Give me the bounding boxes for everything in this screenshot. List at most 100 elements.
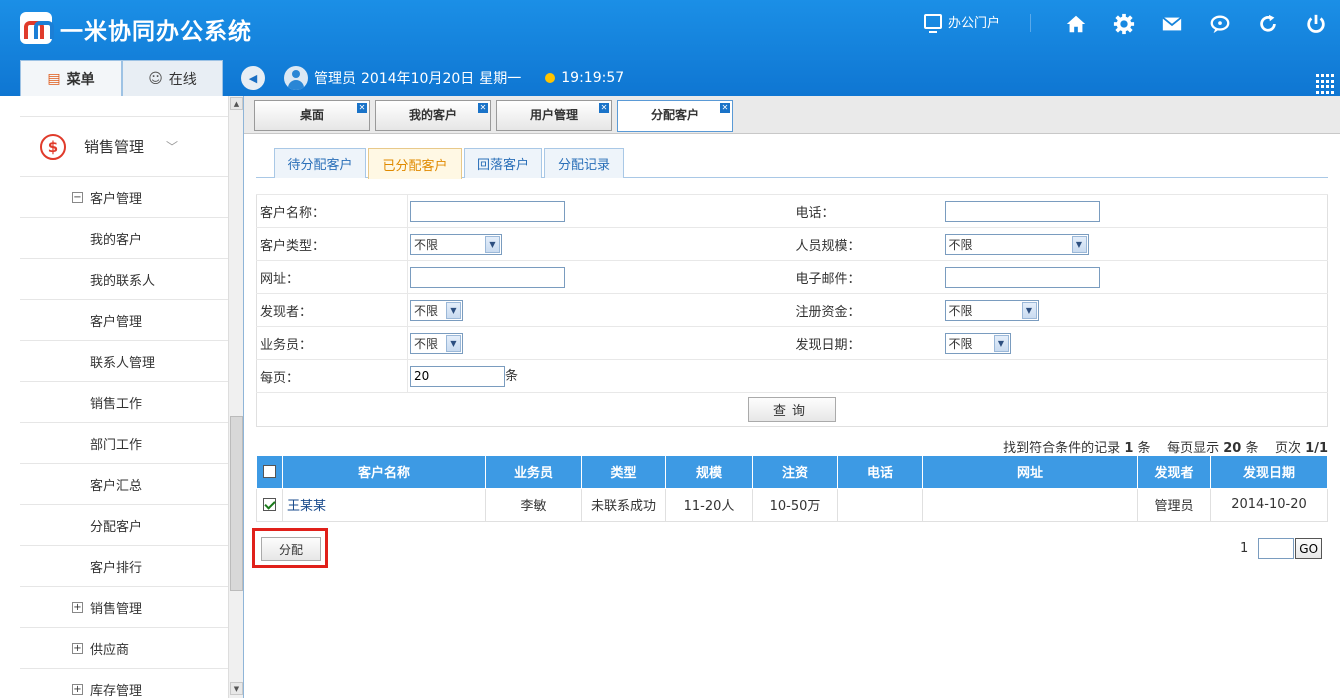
tab-assign-customer[interactable]: 分配客户 ✕ [617,100,733,132]
sidebar-item-label: 供应商 [90,642,130,658]
tab-user-management[interactable]: 用户管理 ✕ [496,100,612,131]
col-website[interactable]: 网址 [922,456,1138,489]
refresh-icon[interactable] [1244,10,1292,38]
email-field[interactable] [944,266,1100,288]
sidebar-tabs: ▤ 菜单 ☺ 在线 [20,60,242,96]
per-page-display-unit: 条 [1245,441,1259,456]
cell-customer-name: 王某某 [282,487,486,522]
sidebar: $ 销售管理 ﹀ − 客户管理 我的客户 我的联系人 客户管理 联系人管理 销售… [20,96,228,698]
sidebar-item-inventory[interactable]: + 库存管理 [20,669,228,698]
sidebar-item-sales-work[interactable]: 销售工作 [20,382,228,423]
sidebar-item-customer-mgmt[interactable]: − 客户管理 [20,177,228,218]
tab-returned-customers[interactable]: 回落客户 [464,148,542,178]
customer-name-input[interactable] [410,200,565,222]
discoverer-select[interactable]: 不限 ▼ [410,299,463,321]
app-logo [20,12,54,44]
col-scale[interactable]: 规模 [665,456,753,489]
sidebar-item-contact-admin[interactable]: 联系人管理 [20,341,228,382]
app-title: 一米协同办公系统 [60,19,252,45]
col-salesman[interactable]: 业务员 [485,456,582,489]
select-value: 不限 [948,336,973,351]
customer-name-link[interactable]: 王某某 [287,499,326,514]
sidebar-item-customer-ranking[interactable]: 客户排行 [20,546,228,587]
tab-desktop[interactable]: 桌面 ✕ [254,100,370,131]
scroll-thumb[interactable] [230,416,243,591]
capital-label: 注册资金： [791,293,943,327]
col-discover-date[interactable]: 发现日期 [1210,456,1328,489]
sidebar-item-label: 联系人管理 [90,355,156,371]
row-checkbox[interactable] [263,498,276,511]
col-capital[interactable]: 注资 [752,456,838,489]
sidebar-item-my-contacts[interactable]: 我的联系人 [20,259,228,300]
customer-type-select[interactable]: 不限 ▼ [410,233,502,255]
sidebar-item-assign-customer[interactable]: 分配客户 [20,505,228,546]
col-discoverer[interactable]: 发现者 [1137,456,1211,489]
collapse-sidebar-button[interactable]: ◀ [241,66,265,90]
sidebar-scrollbar[interactable]: ▲ ▼ [228,96,243,698]
close-icon[interactable]: ✕ [478,103,488,113]
discover-date-select[interactable]: 不限 ▼ [944,332,1011,354]
assign-button[interactable]: 分配 [261,537,321,561]
sidebar-item-sales-mgmt[interactable]: + 销售管理 [20,587,228,628]
tab-assigned-customers[interactable]: 已分配客户 [368,148,462,179]
close-icon[interactable]: ✕ [599,103,609,113]
chat-icon[interactable] [1196,10,1244,38]
tab-label: 用户管理 [529,108,578,122]
result-count: 1 [1124,441,1134,456]
office-portal-link[interactable]: 办公门户 [924,12,1000,33]
apps-grid-icon[interactable] [1316,74,1336,94]
power-icon[interactable] [1292,10,1340,38]
col-phone[interactable]: 电话 [837,456,923,489]
go-button[interactable]: GO [1295,538,1323,559]
monitor-icon [924,14,942,33]
expand-node-icon[interactable]: + [72,601,83,613]
sidebar-item-customer-admin[interactable]: 客户管理 [20,300,228,341]
capital-select[interactable]: 不限 ▼ [944,299,1039,321]
tab-my-customers[interactable]: 我的客户 ✕ [375,100,491,131]
cell-salesman: 李敏 [485,487,582,522]
expand-node-icon[interactable]: + [72,683,83,695]
sidebar-item-customer-summary[interactable]: 客户汇总 [20,464,228,505]
tab-label: 分配客户 [650,108,699,122]
sidebar-item-my-customers[interactable]: 我的客户 [20,218,228,259]
home-icon[interactable] [1052,10,1100,38]
collapse-node-icon[interactable]: − [72,191,83,203]
close-icon[interactable]: ✕ [357,103,367,113]
salesman-select[interactable]: 不限 ▼ [410,332,463,354]
mail-icon[interactable] [1148,10,1196,38]
tab-online[interactable]: ☺ 在线 [122,60,223,96]
scroll-up-icon[interactable]: ▲ [230,97,243,110]
col-customer-name[interactable]: 客户名称 [282,456,486,489]
website-input[interactable] [410,266,565,288]
query-button[interactable]: 查询 [748,397,836,422]
page-value: 1/1 [1305,441,1328,456]
sub-tab-strip: 待分配客户 已分配客户 回落客户 分配记录 [256,148,1328,179]
tab-assign-records[interactable]: 分配记录 [544,148,624,178]
scroll-down-icon[interactable]: ▼ [230,682,243,695]
staff-size-select[interactable]: 不限 ▼ [944,233,1089,255]
tab-menu[interactable]: ▤ 菜单 [20,60,122,96]
phone-input[interactable] [944,200,1100,222]
tab-pending-customers[interactable]: 待分配客户 [274,148,366,178]
email-label: 电子邮件： [791,260,943,294]
sidebar-group-label: 销售管理 [84,138,145,156]
sidebar-group-sales[interactable]: $ 销售管理 ﹀ [20,117,228,177]
gear-icon[interactable] [1100,10,1148,38]
table-row: 王某某 李敏 未联系成功 11-20人 10-50万 管理员 2014-10-2… [256,487,1328,522]
per-page-input[interactable] [410,365,505,387]
tab-label: 桌面 [299,108,324,122]
col-type[interactable]: 类型 [581,456,666,489]
per-page-display-value: 20 [1223,441,1242,456]
staff-size-label: 人员规模： [791,227,943,261]
sidebar-item-suppliers[interactable]: + 供应商 [20,628,228,669]
select-all-checkbox[interactable] [263,465,276,479]
chevron-down-icon: ▼ [993,334,1009,352]
sidebar-item-dept-work[interactable]: 部门工作 [20,423,228,464]
search-form: 客户名称： 电话： 客户类型： 不限 ▼ 人员规模： 不限 ▼ 网址： 电子邮件： … [256,194,1328,427]
current-user: 管理员 [314,71,356,87]
current-time: 19:19:57 [561,70,625,86]
expand-node-icon[interactable]: + [72,642,83,654]
page-jump-input[interactable] [1258,538,1295,559]
cell-discoverer: 管理员 [1137,487,1211,522]
close-icon[interactable]: ✕ [720,103,730,113]
